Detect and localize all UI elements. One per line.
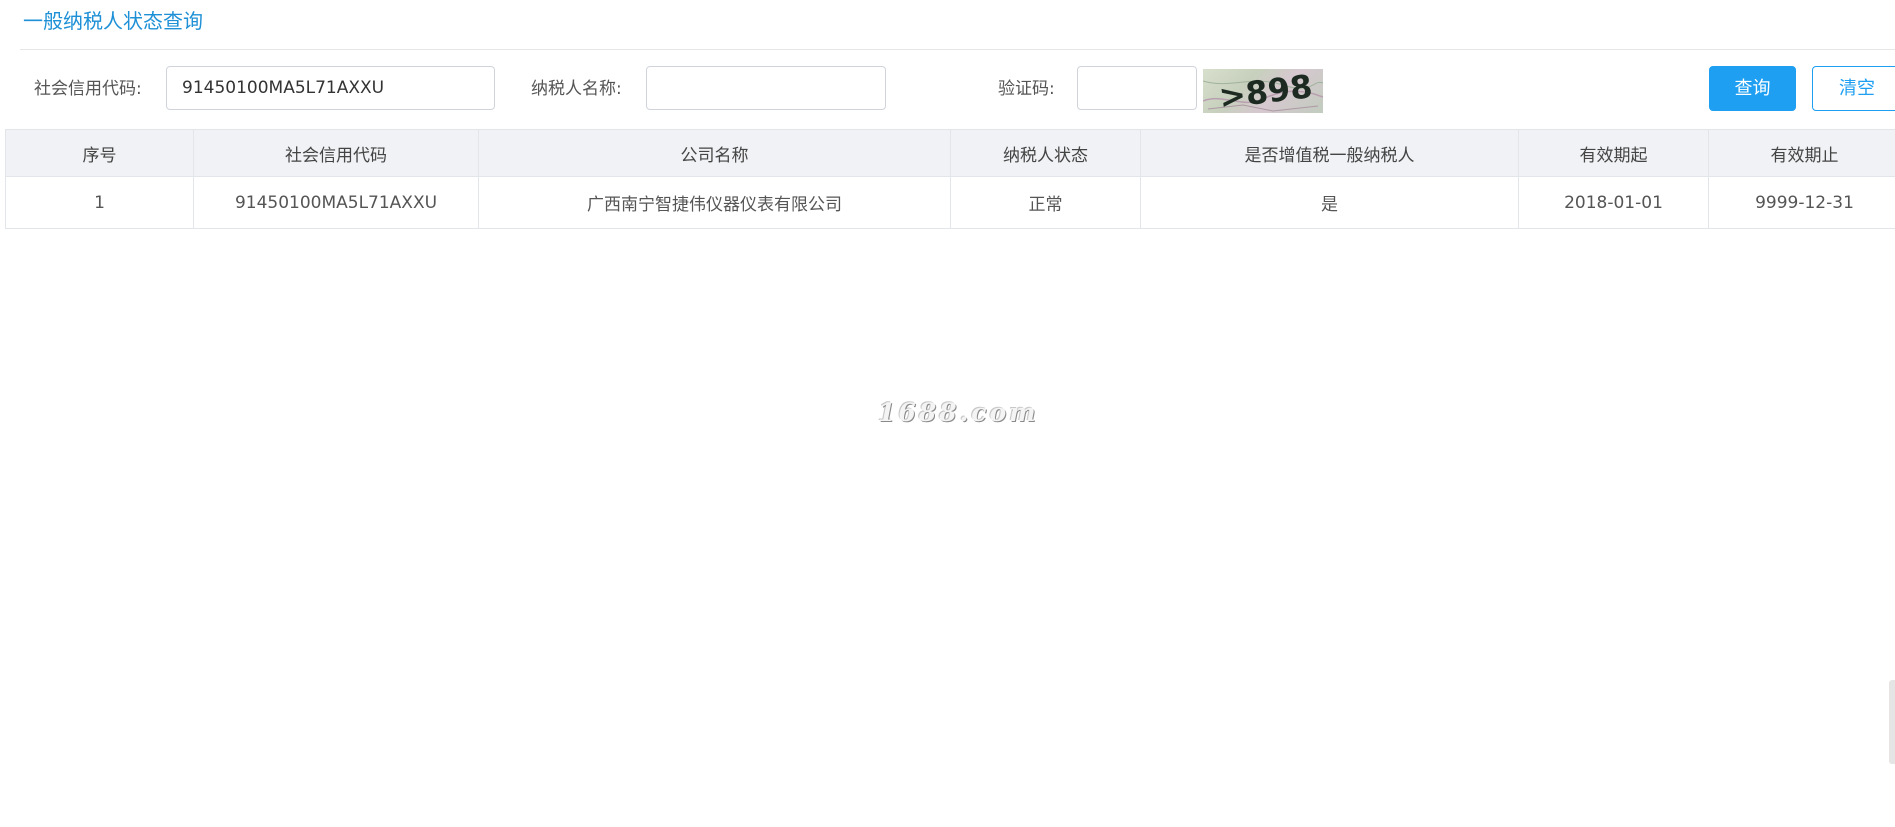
page: 一般纳税人状态查询 社会信用代码: 纳税人名称: 验证码: >898 查询 清空… <box>0 0 1895 827</box>
scrollbar-edge[interactable] <box>1889 680 1895 764</box>
page-title: 一般纳税人状态查询 <box>23 9 203 33</box>
column-header-credit-code[interactable]: 社会信用代码 <box>193 129 479 177</box>
column-header-taxpayer-status[interactable]: 纳税人状态 <box>950 129 1141 177</box>
cell-valid-to: 9999-12-31 <box>1708 176 1895 229</box>
column-header-valid-from[interactable]: 有效期起 <box>1518 129 1709 177</box>
results-table: 序号 社会信用代码 公司名称 纳税人状态 是否增值税一般纳税人 有效期起 有效期… <box>5 129 1895 229</box>
table-header-row: 序号 社会信用代码 公司名称 纳税人状态 是否增值税一般纳税人 有效期起 有效期… <box>5 129 1895 177</box>
column-header-vat-general-taxpayer[interactable]: 是否增值税一般纳税人 <box>1140 129 1519 177</box>
table-row[interactable]: 1 91450100MA5L71AXXU 广西南宁智捷伟仪器仪表有限公司 正常 … <box>5 176 1895 229</box>
captcha-noise-icon: >898 <box>1203 69 1323 113</box>
captcha-text: >898 <box>1217 69 1315 113</box>
cell-vat-general-taxpayer: 是 <box>1140 176 1519 229</box>
cell-index: 1 <box>5 176 194 229</box>
taxpayer-name-label: 纳税人名称: <box>531 79 622 99</box>
clear-button[interactable]: 清空 <box>1812 66 1895 111</box>
credit-code-label: 社会信用代码: <box>34 79 142 99</box>
query-button[interactable]: 查询 <box>1709 66 1796 111</box>
column-header-index[interactable]: 序号 <box>5 129 194 177</box>
credit-code-input[interactable] <box>166 66 495 110</box>
cell-credit-code: 91450100MA5L71AXXU <box>193 176 479 229</box>
captcha-input[interactable] <box>1077 66 1197 110</box>
cell-company-name: 广西南宁智捷伟仪器仪表有限公司 <box>478 176 951 229</box>
taxpayer-name-input[interactable] <box>646 66 886 110</box>
watermark: 1688.com <box>878 398 1039 427</box>
captcha-label: 验证码: <box>998 79 1055 99</box>
captcha-image[interactable]: >898 <box>1203 69 1323 113</box>
cell-valid-from: 2018-01-01 <box>1518 176 1709 229</box>
cell-taxpayer-status: 正常 <box>950 176 1141 229</box>
title-divider <box>20 49 1895 50</box>
column-header-company-name[interactable]: 公司名称 <box>478 129 951 177</box>
column-header-valid-to[interactable]: 有效期止 <box>1708 129 1895 177</box>
